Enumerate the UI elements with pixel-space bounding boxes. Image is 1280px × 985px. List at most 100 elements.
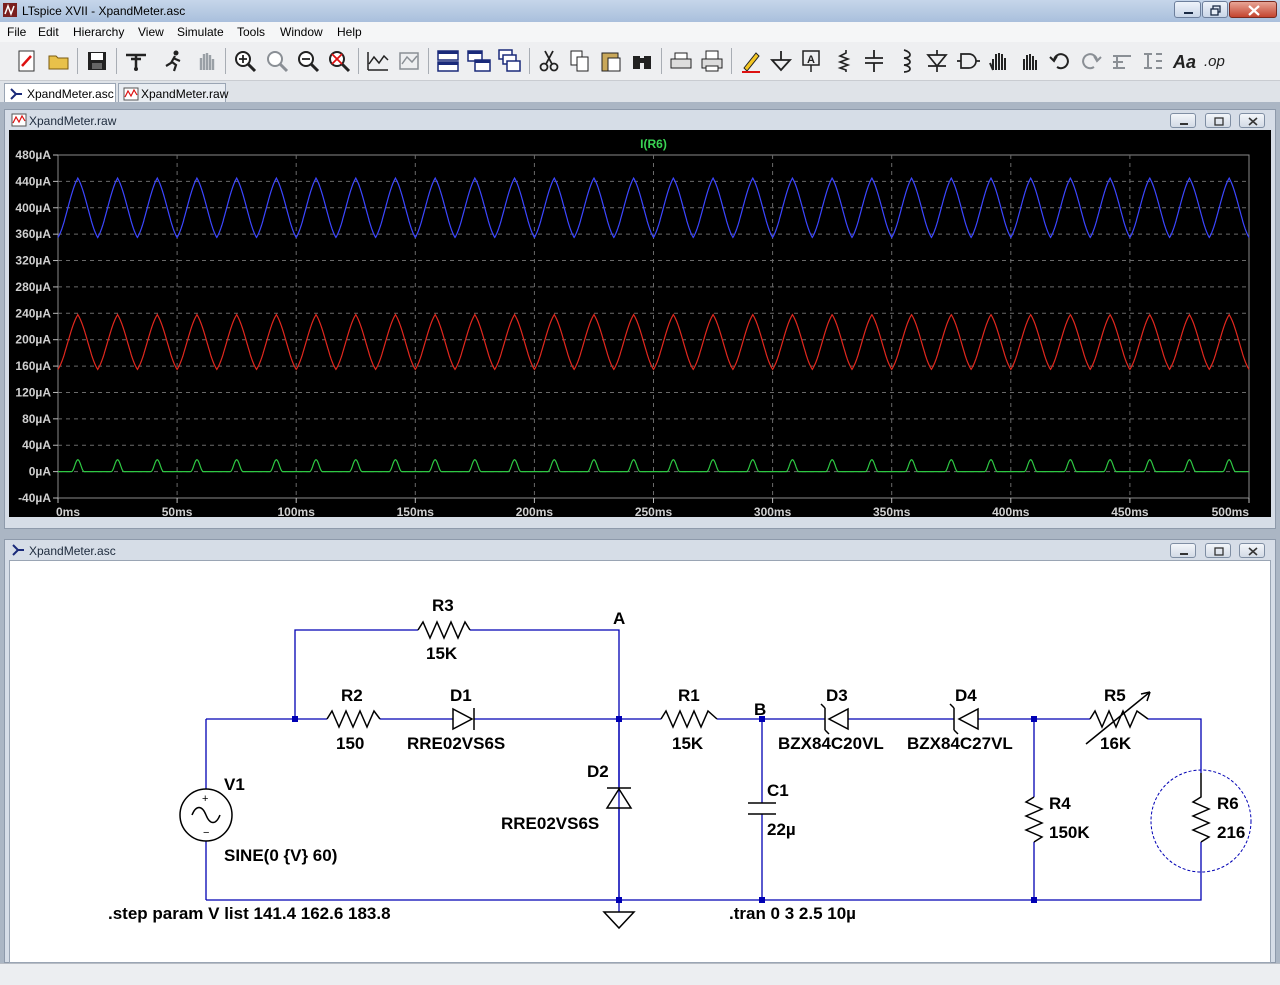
plot-area[interactable]: 480µA 440µA 400µA 360µA 320µA 280µA 240µA 200µA… <box>9 130 1271 519</box>
undo-icon[interactable] <box>1047 48 1073 74</box>
waveform-window-title: XpandMeter.raw <box>29 114 117 128</box>
mirror-icon[interactable] <box>1140 48 1166 74</box>
tab-waveform[interactable]: XpandMeter.raw <box>118 83 229 102</box>
y-tick-label: 400µA <box>15 201 51 215</box>
x-tick-label: 50ms <box>162 505 193 517</box>
menu-tools[interactable]: Tools <box>237 25 265 39</box>
zoom-full-icon[interactable] <box>326 48 352 74</box>
label-net-icon[interactable]: A <box>798 48 824 74</box>
tab-schematic[interactable]: XpandMeter.asc <box>4 83 116 102</box>
restore-button[interactable] <box>1202 1 1228 18</box>
menu-window[interactable]: Window <box>280 25 323 39</box>
r6-symbol[interactable] <box>1191 773 1211 843</box>
waveform-minimize-button[interactable] <box>1170 113 1196 128</box>
halt-hand-icon[interactable] <box>193 48 219 74</box>
d3-name: D3 <box>826 686 848 705</box>
ground-icon[interactable] <box>768 48 794 74</box>
y-tick-label: 0µA <box>29 465 52 479</box>
tab-label: XpandMeter.raw <box>141 87 229 101</box>
schematic-drawing[interactable]: + − R3 15K R2 150 D1 RRE02VS6S A D2 RRE0… <box>10 561 1270 962</box>
measure-icon[interactable] <box>396 48 422 74</box>
toolbar: A Aa .op <box>0 42 1280 81</box>
text-icon[interactable]: Aa <box>1171 48 1197 74</box>
tile-vertical-icon[interactable] <box>466 48 492 74</box>
schematic-restore-button[interactable] <box>1205 543 1231 558</box>
ltspice-app-icon <box>3 3 17 17</box>
r2-symbol[interactable] <box>326 709 381 729</box>
move-hand-icon[interactable] <box>986 48 1012 74</box>
pan-icon[interactable] <box>264 48 290 74</box>
menu-file[interactable]: File <box>7 25 26 39</box>
cut-icon[interactable] <box>536 48 562 74</box>
menu-help[interactable]: Help <box>337 25 362 39</box>
x-tick-label: 250ms <box>635 505 673 517</box>
menu-edit[interactable]: Edit <box>38 25 59 39</box>
run-simulation-icon[interactable] <box>161 48 187 74</box>
window-title: LTspice XVII - XpandMeter.asc <box>22 4 186 18</box>
y-tick-label: 480µA <box>15 148 51 162</box>
diode-icon[interactable] <box>924 48 950 74</box>
schematic-canvas[interactable]: + − R3 15K R2 150 D1 RRE02VS6S A D2 RRE0… <box>9 560 1271 963</box>
spice-directive-icon[interactable]: .op <box>1202 48 1228 74</box>
tile-horizontal-icon[interactable] <box>435 48 461 74</box>
control-panel-icon[interactable] <box>123 48 149 74</box>
print-icon[interactable] <box>699 48 725 74</box>
find-binoculars-icon[interactable] <box>629 48 655 74</box>
title-bar: LTspice XVII - XpandMeter.asc <box>0 0 1280 23</box>
x-tick-label: 100ms <box>278 505 316 517</box>
y-tick-label: 360µA <box>15 227 51 241</box>
r3-symbol[interactable] <box>417 620 471 640</box>
rotate-icon[interactable] <box>1109 48 1135 74</box>
d3-symbol[interactable] <box>820 703 849 735</box>
redo-icon[interactable] <box>1078 48 1104 74</box>
minimize-icon <box>1180 123 1188 125</box>
close-icon <box>1248 117 1258 126</box>
open-folder-icon[interactable] <box>46 48 72 74</box>
close-button[interactable] <box>1229 1 1277 18</box>
drag-hand-icon[interactable] <box>1016 48 1042 74</box>
d1-name: D1 <box>450 686 472 705</box>
component-icon[interactable] <box>955 48 981 74</box>
r3-name: R3 <box>432 596 454 615</box>
print-setup-icon[interactable] <box>668 48 694 74</box>
autorange-icon[interactable] <box>365 48 391 74</box>
x-tick-label: 500ms <box>1212 505 1250 517</box>
menu-simulate[interactable]: Simulate <box>177 25 224 39</box>
draw-wire-pencil-icon[interactable] <box>738 48 764 74</box>
x-tick-label: 200ms <box>516 505 554 517</box>
r4-symbol[interactable] <box>1024 796 1044 843</box>
schematic-close-button[interactable] <box>1239 543 1265 558</box>
menu-hierarchy[interactable]: Hierarchy <box>73 25 124 39</box>
d1-symbol[interactable] <box>452 707 475 731</box>
waveform-close-button[interactable] <box>1239 113 1265 128</box>
capacitor-icon[interactable] <box>861 48 887 74</box>
save-icon[interactable] <box>84 48 110 74</box>
schematic-icon <box>12 544 24 556</box>
inductor-icon[interactable] <box>892 48 918 74</box>
waveform-plot[interactable]: 480µA 440µA 400µA 360µA 320µA 280µA 240µA 200µA… <box>9 130 1271 519</box>
menu-view[interactable]: View <box>138 25 164 39</box>
minimize-button[interactable] <box>1174 1 1201 18</box>
c1-symbol[interactable] <box>748 802 776 815</box>
new-schematic-icon[interactable] <box>14 48 40 74</box>
r1-symbol[interactable] <box>660 709 718 729</box>
copy-icon[interactable] <box>567 48 593 74</box>
zoom-in-icon[interactable] <box>232 48 258 74</box>
zoom-out-icon[interactable] <box>295 48 321 74</box>
schematic-minimize-button[interactable] <box>1170 543 1196 558</box>
d4-symbol[interactable] <box>949 703 979 735</box>
d1-value: RRE02VS6S <box>407 734 505 753</box>
cascade-icon[interactable] <box>497 48 523 74</box>
tran-directive[interactable]: .tran 0 3 2.5 10µ <box>729 904 856 923</box>
node-b-label: B <box>754 700 766 719</box>
paste-icon[interactable] <box>598 48 624 74</box>
r1-value: 15K <box>672 734 704 753</box>
x-tick-label: 450ms <box>1111 505 1149 517</box>
x-tick-label: 400ms <box>992 505 1030 517</box>
waveform-restore-button[interactable] <box>1205 113 1231 128</box>
x-tick-label: 300ms <box>754 505 792 517</box>
d4-value: BZX84C27VL <box>907 734 1013 753</box>
resistor-icon[interactable] <box>830 48 856 74</box>
step-directive[interactable]: .step param V list 141.4 162.6 183.8 <box>108 904 391 923</box>
x-tick-label: 150ms <box>397 505 435 517</box>
